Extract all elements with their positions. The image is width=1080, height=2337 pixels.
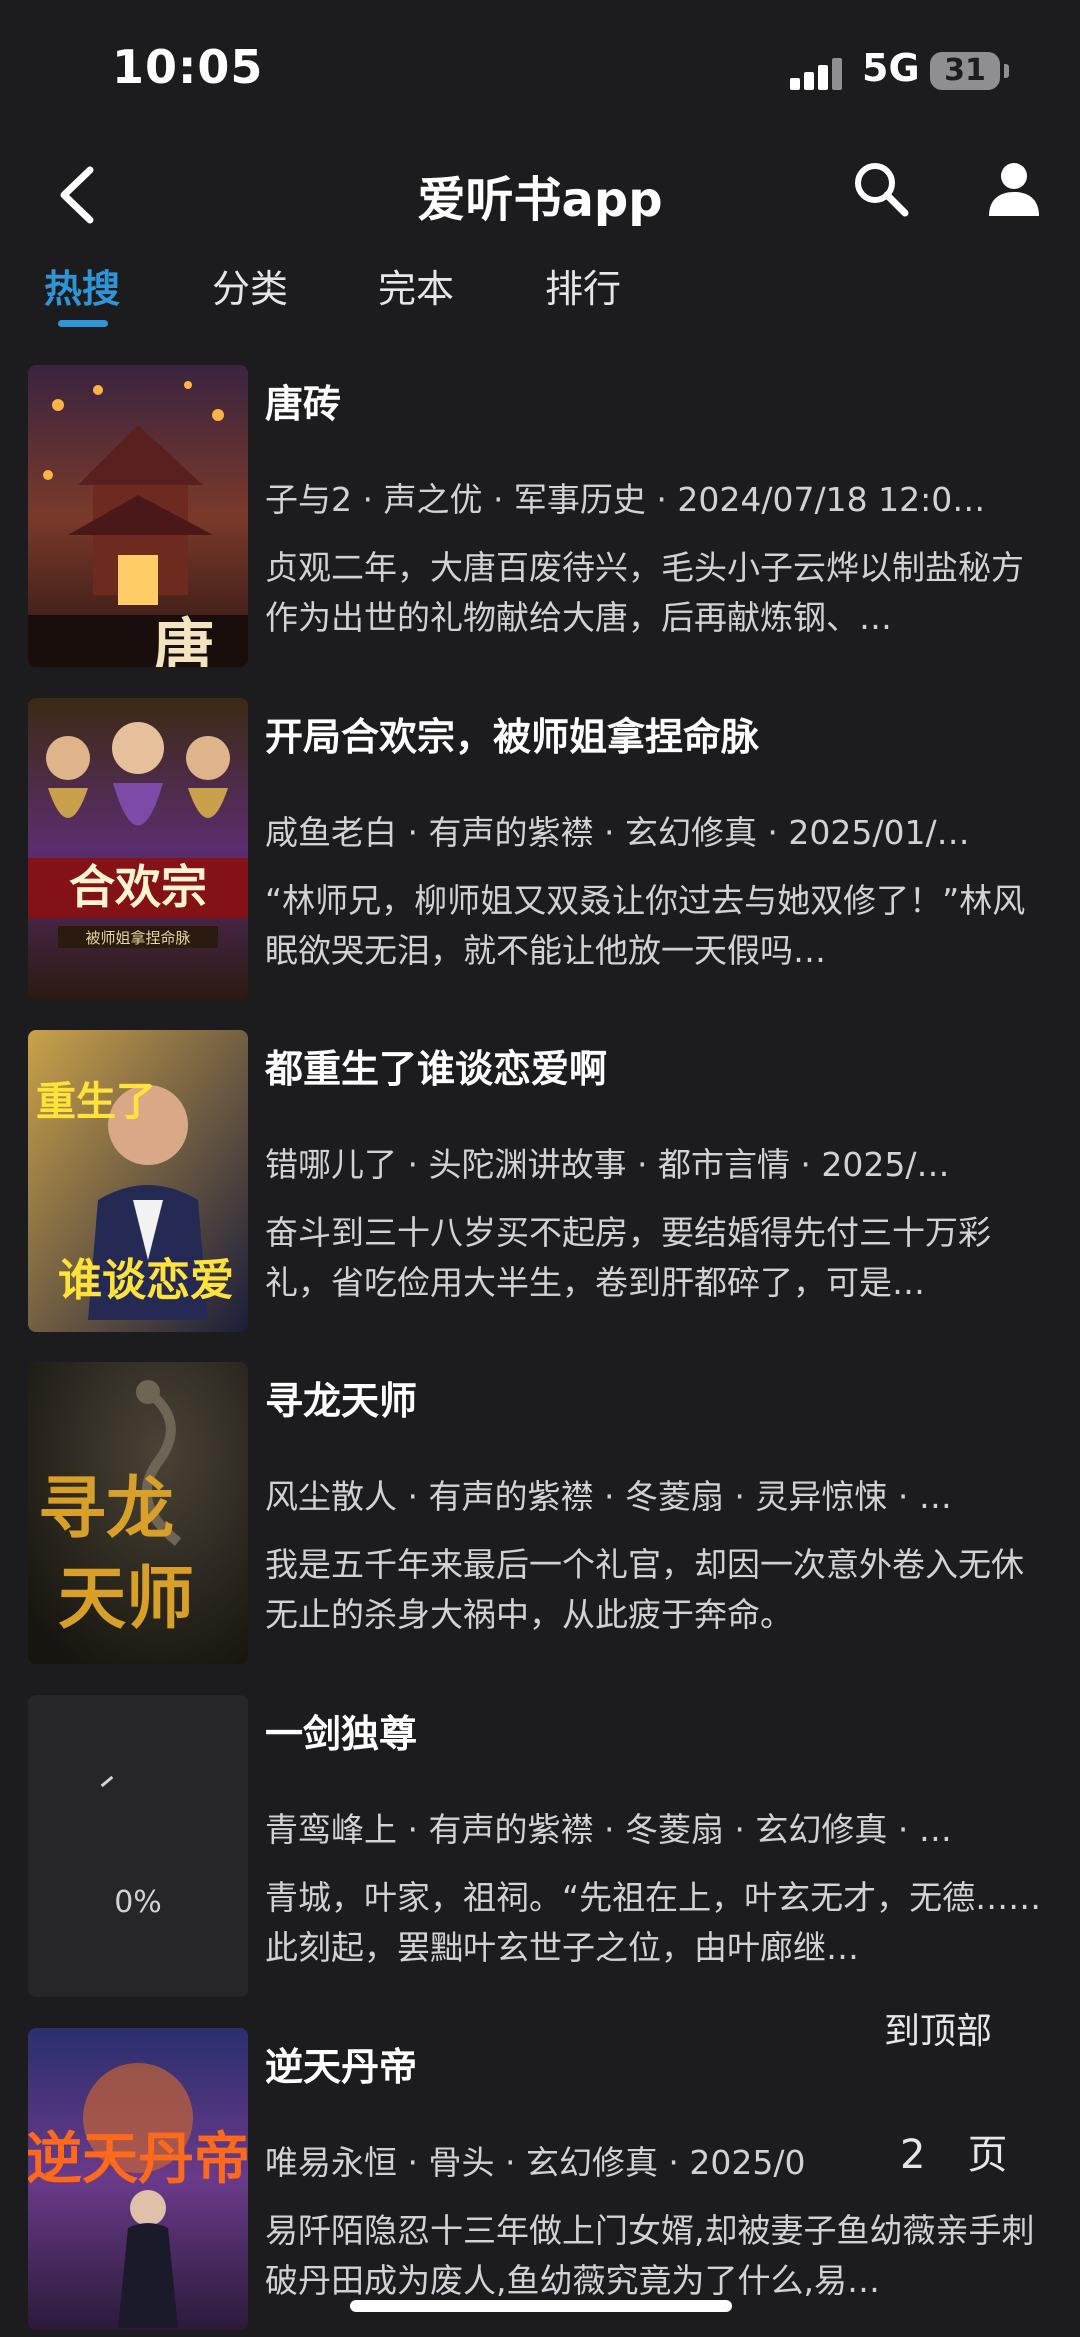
book-desc: “林师兄，柳师姐又双叒让你过去与她双修了！”林风眠欲哭无泪，就不能让他放一天假吗… [265,881,1026,970]
book-meta: 风尘散人 · 有声的紫襟 · 冬菱扇 · 灵异惊悚 · … [265,1477,952,1516]
book-cover: 合欢宗 被师姐拿捏命脉 [28,698,248,1000]
page-title: 爱听书app [417,172,663,228]
cover-subtitle: 被师姐拿捏命脉 [85,929,190,947]
list-item[interactable]: 0% 一剑独尊 青鸾峰上 · 有声的紫襟 · 冬菱扇 · 玄幻修真 · … 青城… [0,1695,1080,2000]
home-indicator[interactable] [350,2300,732,2312]
page-number: 2 [900,2132,926,2178]
book-meta: 错哪儿了 · 头陀渊讲故事 · 都市言情 · 2025/… [265,1145,950,1184]
signal-icon [790,58,844,90]
book-cover: 唐砖 [28,365,248,667]
cover-title: 合欢宗 [69,860,207,914]
profile-button[interactable] [985,158,1043,220]
tab-bar: 热搜 分类 完本 排行 [0,250,1080,330]
list-item[interactable]: 寻龙 天师 寻龙天师 风尘散人 · 有声的紫襟 · 冬菱扇 · 灵异惊悚 · …… [0,1362,1080,1667]
header: 爱听书app [0,140,1080,250]
tab-ranking[interactable]: 排行 [545,258,621,313]
list-item[interactable]: 重生了 谁谈恋爱 都重生了谁谈恋爱啊 错哪儿了 · 头陀渊讲故事 · 都市言情 … [0,1030,1080,1335]
status-time: 10:05 [112,40,264,94]
tab-category[interactable]: 分类 [212,258,288,313]
cover-image: 唐砖 [28,365,248,667]
list-item[interactable]: 唐砖 唐砖 子与2 · 声之优 · 军事历史 · 2024/07/18 12:0… [0,365,1080,670]
cover-title-line2: 天师 [58,1559,194,1639]
list-item[interactable]: 逆天丹帝 逆天丹帝 唯易永恒 · 骨头 · 玄幻修真 · 2025/0 易阡陌隐… [0,2028,1080,2333]
list-item[interactable]: 合欢宗 被师姐拿捏命脉 开局合欢宗，被师姐拿捏命脉 咸鱼老白 · 有声的紫襟 ·… [0,698,1080,1003]
book-title: 寻龙天师 [265,1379,418,1423]
book-desc: 青城，叶家，祖祠。“先祖在上，叶玄无才，无德……此刻起，罢黜叶玄世子之位，由叶廊… [265,1878,1042,1967]
book-cover-loading: 0% [28,1695,248,1997]
cover-image: 合欢宗 被师姐拿捏命脉 [28,698,248,1000]
loading-spinner-icon [100,1775,114,1788]
book-title: 逆天丹帝 [265,2045,418,2089]
book-title: 都重生了谁谈恋爱啊 [265,1047,608,1091]
loading-progress: 0% [114,1885,162,1920]
cover-title: 逆天丹帝 [28,2126,248,2192]
cover-title-line1: 寻龙 [38,1469,174,1549]
battery-icon: 31 [930,52,1000,90]
book-meta: 青鸾峰上 · 有声的紫襟 · 冬菱扇 · 玄幻修真 · … [265,1810,952,1849]
scroll-to-top-button[interactable]: 到顶部 [884,2002,992,2054]
network-type: 5G [862,46,920,90]
book-title: 唐砖 [265,382,342,426]
cover-title-main: 谁谈恋爱 [58,1255,234,1306]
cover-title-top: 重生了 [36,1079,156,1125]
book-desc: 我是五千年来最后一个礼官，却因一次意外卷入无休无止的杀身大祸中，从此疲于奔命。 [265,1545,1024,1634]
book-cover: 逆天丹帝 [28,2028,248,2330]
status-bar: 10:05 5G 31 [0,0,1080,140]
cover-image: 重生了 谁谈恋爱 [28,1030,248,1332]
book-desc: 贞观二年，大唐百废待兴，毛头小子云烨以制盐秘方作为出世的礼物献给大唐，后再献炼钢… [265,548,1024,637]
book-title: 开局合欢宗，被师姐拿捏命脉 [265,715,760,759]
book-desc: 易阡陌隐忍十三年做上门女婿,却被妻子鱼幼薇亲手刺破丹田成为废人,鱼幼薇究竟为了什… [265,2211,1035,2300]
tab-indicator [58,320,108,327]
search-icon [855,163,909,217]
user-icon [989,163,1039,216]
book-desc: 奋斗到三十八岁买不起房，要结婚得先付三十万彩礼，省吃俭用大半生，卷到肝都碎了，可… [265,1213,991,1302]
page-unit: 页 [967,2132,1008,2178]
book-cover: 寻龙 天师 [28,1362,248,1664]
cover-image: 逆天丹帝 [28,2028,248,2330]
book-title: 一剑独尊 [265,1712,418,1756]
tab-hot-search[interactable]: 热搜 [44,258,120,313]
book-cover: 重生了 谁谈恋爱 [28,1030,248,1332]
battery-cap [1004,64,1009,78]
page-indicator: 2页 [900,2122,1007,2180]
search-button[interactable] [850,158,912,220]
cover-image: 寻龙 天师 [28,1362,248,1664]
tab-completed[interactable]: 完本 [378,258,454,313]
book-meta: 咸鱼老白 · 有声的紫襟 · 玄幻修真 · 2025/01/… [265,813,970,852]
book-meta: 子与2 · 声之优 · 军事历史 · 2024/07/18 12:0… [265,480,986,519]
cover-title: 唐砖 [142,615,215,667]
